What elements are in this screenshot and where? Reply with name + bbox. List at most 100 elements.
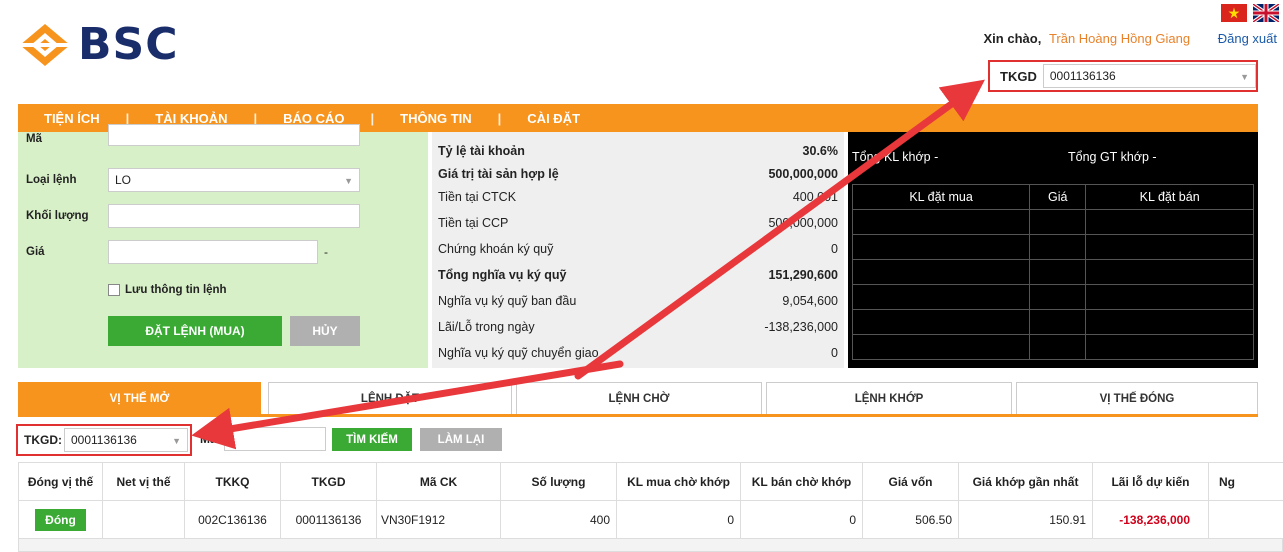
- price-row: Giá -: [26, 240, 328, 264]
- account-row-value: 400,001: [792, 190, 838, 204]
- net-position-cell: [102, 500, 185, 539]
- column-header: Lãi lỗ dự kiến: [1092, 462, 1209, 501]
- top-account-selector: TKGD 0001136136 ▼: [988, 60, 1258, 92]
- tab-placed-orders[interactable]: LỆNH ĐẶT: [268, 382, 512, 416]
- bsc-logo-mark-icon: [20, 24, 70, 66]
- table-header: Đóng vị thế Net vị thế TKKQ TKGD Mã CK S…: [18, 462, 1283, 501]
- bsc-logo[interactable]: BSC: [18, 22, 179, 68]
- account-row-value: 0: [831, 242, 838, 256]
- order-book-header-cell: KL đặt bán: [1085, 184, 1254, 210]
- logo-text: BSC: [78, 19, 179, 70]
- account-row: Nghĩa vụ ký quỹ chuyển giao 0: [438, 342, 838, 364]
- account-row: Nghĩa vụ ký quỹ ban đầu 9,054,600: [438, 290, 838, 312]
- order-book-header: KL đặt mua Giá KL đặt bán: [851, 184, 1254, 210]
- column-header: KL bán chờ khớp: [740, 462, 863, 501]
- filter-ma-input[interactable]: [224, 427, 326, 451]
- tkkq-cell: 002C136136: [184, 500, 281, 539]
- search-button[interactable]: TÌM KIẾM: [332, 428, 412, 451]
- vietnam-flag-icon[interactable]: [1221, 4, 1247, 22]
- account-row-label: Tỷ lệ tài khoản: [438, 144, 525, 158]
- order-type-select[interactable]: LO ▼: [108, 168, 360, 192]
- account-row: Tỷ lệ tài khoản 30.6%: [438, 140, 838, 162]
- column-header: Net vị thế: [102, 462, 185, 501]
- account-row-value: -138,236,000: [764, 320, 838, 334]
- filter-tkgd-value: 0001136136: [71, 433, 137, 447]
- close-position-button[interactable]: Đóng: [35, 508, 86, 531]
- filter-tkgd-label: TKGD:: [24, 433, 62, 447]
- last-price-cell: 150.91: [958, 500, 1093, 539]
- account-summary: Tỷ lệ tài khoản 30.6% Giá trị tài sản hợp…: [432, 132, 844, 368]
- order-book-table: KL đặt mua Giá KL đặt bán: [851, 184, 1254, 360]
- account-row-label: Tổng nghĩa vụ ký quỹ: [438, 268, 567, 282]
- account-row: Tiền tại CCP 500,000,000: [438, 212, 838, 234]
- nav-separator: |: [370, 110, 375, 126]
- order-book-row: [851, 259, 1254, 285]
- account-row: Lãi/Lỗ trong ngày -138,236,000: [438, 316, 838, 338]
- account-row-label: Lãi/Lỗ trong ngày: [438, 320, 535, 334]
- reset-button[interactable]: LÀM LẠI: [420, 428, 502, 451]
- column-header: TKKQ: [184, 462, 281, 501]
- column-header: Giá khớp gần nhất: [958, 462, 1093, 501]
- tkgd-select[interactable]: 0001136136 ▼: [1042, 64, 1256, 88]
- ma-row: Mã: [26, 124, 360, 146]
- username[interactable]: Trần Hoàng Hồng Giang: [1049, 31, 1190, 46]
- close-position-cell: Đóng: [18, 500, 103, 539]
- tkgd-cell: 0001136136: [280, 500, 377, 539]
- account-row-value: 9,054,600: [782, 294, 838, 308]
- logout-link[interactable]: Đăng xuất: [1218, 31, 1277, 46]
- sell-pending-cell: 0: [740, 500, 863, 539]
- column-header: Ng: [1208, 462, 1283, 501]
- order-book-row: [851, 309, 1254, 335]
- volume-input[interactable]: [108, 204, 360, 228]
- account-row-label: Nghĩa vụ ký quỹ ban đầu: [438, 294, 577, 308]
- save-info-row: Lưu thông tin lệnh: [108, 284, 227, 296]
- price-input[interactable]: [108, 240, 318, 264]
- tab-underline: [18, 414, 1258, 417]
- user-greeting: Xin chào, Trần Hoàng Hồng Giang Đăng xuấ…: [984, 31, 1277, 46]
- language-switcher: [1221, 4, 1279, 22]
- account-row: Tiền tại CTCK 400,001: [438, 186, 838, 208]
- tab-closed-positions[interactable]: VỊ THẾ ĐÓNG: [1016, 382, 1258, 416]
- submit-order-button[interactable]: ĐẶT LỆNH (MUA): [108, 316, 282, 346]
- order-type-label: Loại lệnh: [26, 174, 77, 186]
- order-book-row: [851, 334, 1254, 360]
- save-info-checkbox[interactable]: [108, 284, 120, 296]
- total-matched-volume: Tổng KL khớp -: [852, 150, 939, 164]
- column-header: KL mua chờ khớp: [616, 462, 741, 501]
- extra-cell: [1208, 500, 1283, 539]
- account-row: Tổng nghĩa vụ ký quỹ 151,290,600: [438, 264, 838, 286]
- nav-item-thong-tin[interactable]: THÔNG TIN: [374, 111, 498, 126]
- buy-pending-cell: 0: [616, 500, 741, 539]
- account-row-label: Tiền tại CCP: [438, 216, 509, 230]
- column-header: Số lượng: [500, 462, 617, 501]
- tab-open-positions[interactable]: VỊ THẾ MỞ: [18, 382, 261, 416]
- price-suffix: -: [324, 245, 328, 259]
- ma-label: Mã: [26, 133, 42, 145]
- table-footer: [18, 538, 1283, 552]
- order-type-value: LO: [115, 173, 132, 187]
- volume-label: Khối lượng: [26, 210, 89, 222]
- cancel-button[interactable]: HỦY: [290, 316, 360, 346]
- tkgd-select-value: 0001136136: [1049, 69, 1116, 83]
- order-type-row: Loại lệnh LO ▼: [26, 168, 360, 192]
- account-row-label: Tiền tại CTCK: [438, 190, 517, 204]
- nav-separator: |: [497, 110, 502, 126]
- column-header: Đóng vị thế: [18, 462, 103, 501]
- ma-input[interactable]: [108, 124, 360, 146]
- account-row: Chứng khoán ký quỹ 0: [438, 238, 838, 260]
- cost-price-cell: 506.50: [862, 500, 959, 539]
- uk-flag-icon[interactable]: [1253, 4, 1279, 22]
- chevron-down-icon: ▼: [1240, 72, 1249, 82]
- column-header: Mã CK: [376, 462, 501, 501]
- account-row-value: 500,000,000: [768, 216, 838, 230]
- tkgd-label: TKGD: [1000, 68, 1037, 84]
- tab-pending-orders[interactable]: LỆNH CHỜ: [516, 382, 762, 416]
- account-row-value: 0: [831, 346, 838, 360]
- tab-matched-orders[interactable]: LỆNH KHỚP: [766, 382, 1012, 416]
- account-row-label: Chứng khoán ký quỹ: [438, 242, 554, 256]
- filter-account-selector: TKGD: 0001136136 ▼: [16, 424, 192, 456]
- filter-tkgd-select[interactable]: 0001136136 ▼: [64, 428, 188, 452]
- account-row-value: 151,290,600: [768, 268, 838, 282]
- nav-item-cai-dat[interactable]: CÀI ĐẶT: [501, 111, 606, 126]
- price-label: Giá: [26, 246, 45, 258]
